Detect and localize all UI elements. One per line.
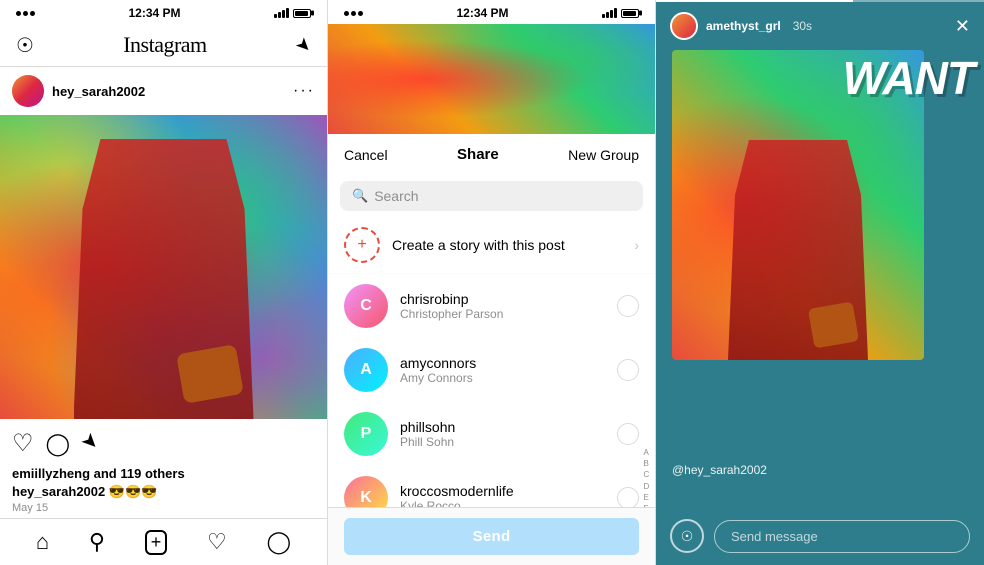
share-search-bar[interactable]: 🔍 Search	[340, 181, 643, 211]
story-time: 30s	[793, 19, 812, 33]
want-text: WANT	[843, 55, 974, 101]
share-title: Share	[457, 146, 499, 163]
add-button[interactable]: +	[145, 530, 168, 555]
story-info: Create a story with this post	[392, 237, 622, 253]
contact-name-3: Phill Sohn	[400, 435, 605, 449]
post-header: hey_sarah2002 ···	[0, 67, 327, 115]
camera-icon-story: ☉	[681, 528, 694, 545]
contact-handle-1: chrisrobinp	[400, 291, 605, 307]
contact-avatar-2: A	[344, 348, 388, 392]
status-bar-feed: 12:34 PM	[0, 0, 327, 24]
status-time-share: 12:34 PM	[456, 6, 508, 20]
contact-handle-2: amyconnors	[400, 355, 605, 371]
story-create-avatar: +	[344, 227, 380, 263]
story-panel: amethyst_grl 30s ✕ WANT @hey_sarah2002 ☉…	[656, 0, 984, 565]
contact-row-1[interactable]: C chrisrobinp Christopher Parson	[328, 274, 655, 338]
contact-radio-1[interactable]	[617, 295, 639, 317]
contact-info-2: amyconnors Amy Connors	[400, 355, 605, 385]
contact-name-4: Kyle Rocco	[400, 499, 605, 507]
story-progress	[656, 0, 984, 2]
story-username: amethyst_grl	[706, 19, 781, 33]
status-bar-share: 12:34 PM	[328, 0, 655, 24]
story-top-bar: amethyst_grl 30s ✕	[656, 4, 984, 46]
status-icons-share	[602, 8, 639, 18]
caption-username: hey_sarah2002	[12, 484, 105, 499]
post-date: May 15	[12, 502, 315, 514]
camera-icon[interactable]: ☉	[16, 33, 34, 58]
direct-icon[interactable]: ➤	[291, 32, 317, 58]
send-button[interactable]: Send	[344, 518, 639, 555]
post-likes: emiillyzheng and 119 others	[12, 466, 315, 481]
like-button[interactable]: ♡	[12, 429, 34, 458]
profile-button[interactable]: ◯	[266, 529, 291, 555]
signal-dots-share	[344, 11, 363, 16]
comment-button[interactable]: ◯	[46, 431, 71, 457]
alphabet-index: A B C D E F G H I J K L M N O P Q R S T …	[639, 447, 655, 507]
contact-radio-4[interactable]	[617, 487, 639, 507]
post-avatar[interactable]	[12, 75, 44, 107]
story-label: Create a story with this post	[392, 237, 622, 253]
share-button[interactable]: ➤	[76, 427, 106, 457]
contact-name-1: Christopher Parson	[400, 307, 605, 321]
send-container: Send	[328, 507, 655, 565]
share-header: Cancel Share New Group	[328, 134, 655, 175]
search-icon: 🔍	[352, 188, 368, 204]
story-user-avatar[interactable]	[670, 12, 698, 40]
contact-radio-2[interactable]	[617, 359, 639, 381]
bottom-nav: ⌂ ⚲ + ♡ ◯	[0, 518, 327, 565]
signal-bars-share	[602, 8, 617, 18]
story-progress-fill	[656, 0, 853, 2]
contact-row-4[interactable]: K kroccosmodernlife Kyle Rocco	[328, 466, 655, 507]
battery-icon-share	[621, 9, 639, 18]
activity-button[interactable]: ♡	[207, 529, 227, 555]
post-image	[0, 115, 327, 419]
search-input[interactable]: Search	[374, 188, 418, 204]
signal-dots	[16, 11, 35, 16]
nav-bar: ☉ Instagram ➤	[0, 24, 327, 67]
post-caption: hey_sarah2002 😎😎😎	[12, 484, 315, 500]
contact-handle-4: kroccosmodernlife	[400, 483, 605, 499]
story-mention: @hey_sarah2002	[672, 463, 767, 477]
share-content: A B C D E F G H I J K L M N O P Q R S T …	[328, 217, 655, 507]
story-add-icon: +	[357, 236, 366, 254]
story-camera-button[interactable]: ☉	[670, 519, 704, 553]
contact-info-3: phillsohn Phill Sohn	[400, 419, 605, 449]
battery-icon	[293, 9, 311, 18]
contact-avatar-4: K	[344, 476, 388, 507]
contact-info-4: kroccosmodernlife Kyle Rocco	[400, 483, 605, 507]
story-chevron-icon: ›	[634, 237, 639, 253]
story-close-button[interactable]: ✕	[955, 16, 970, 37]
feed-panel: 12:34 PM ☉ Instagram ➤ hey_sarah2002 ···	[0, 0, 328, 565]
home-button[interactable]: ⌂	[36, 529, 49, 555]
new-group-button[interactable]: New Group	[568, 147, 639, 163]
share-mini-image	[328, 24, 655, 134]
cancel-button[interactable]: Cancel	[344, 147, 388, 163]
contact-row-3[interactable]: P phillsohn Phill Sohn	[328, 402, 655, 466]
contact-avatar-3: P	[344, 412, 388, 456]
create-story-row[interactable]: + Create a story with this post ›	[328, 217, 655, 274]
story-bottom: ☉ Send message	[656, 507, 984, 565]
contact-info-1: chrisrobinp Christopher Parson	[400, 291, 605, 321]
share-panel: 12:34 PM Cancel Share New Group 🔍 Search…	[328, 0, 656, 565]
caption-emoji: 😎😎😎	[109, 484, 158, 499]
post-meta: emiillyzheng and 119 others hey_sarah200…	[0, 464, 327, 518]
app-logo: Instagram	[123, 32, 206, 58]
signal-bars	[274, 8, 289, 18]
more-icon[interactable]: ···	[293, 82, 315, 100]
story-user-info: amethyst_grl 30s	[670, 12, 812, 40]
post-actions: ♡ ◯ ➤	[0, 419, 327, 464]
contact-name-2: Amy Connors	[400, 371, 605, 385]
story-message-box[interactable]: Send message	[714, 520, 970, 553]
status-time: 12:34 PM	[128, 6, 180, 20]
contact-handle-3: phillsohn	[400, 419, 605, 435]
search-button[interactable]: ⚲	[89, 529, 105, 555]
contact-row-2[interactable]: A amyconnors Amy Connors	[328, 338, 655, 402]
contact-avatar-1: C	[344, 284, 388, 328]
status-icons	[274, 8, 311, 18]
contact-radio-3[interactable]	[617, 423, 639, 445]
post-username[interactable]: hey_sarah2002	[52, 84, 145, 99]
